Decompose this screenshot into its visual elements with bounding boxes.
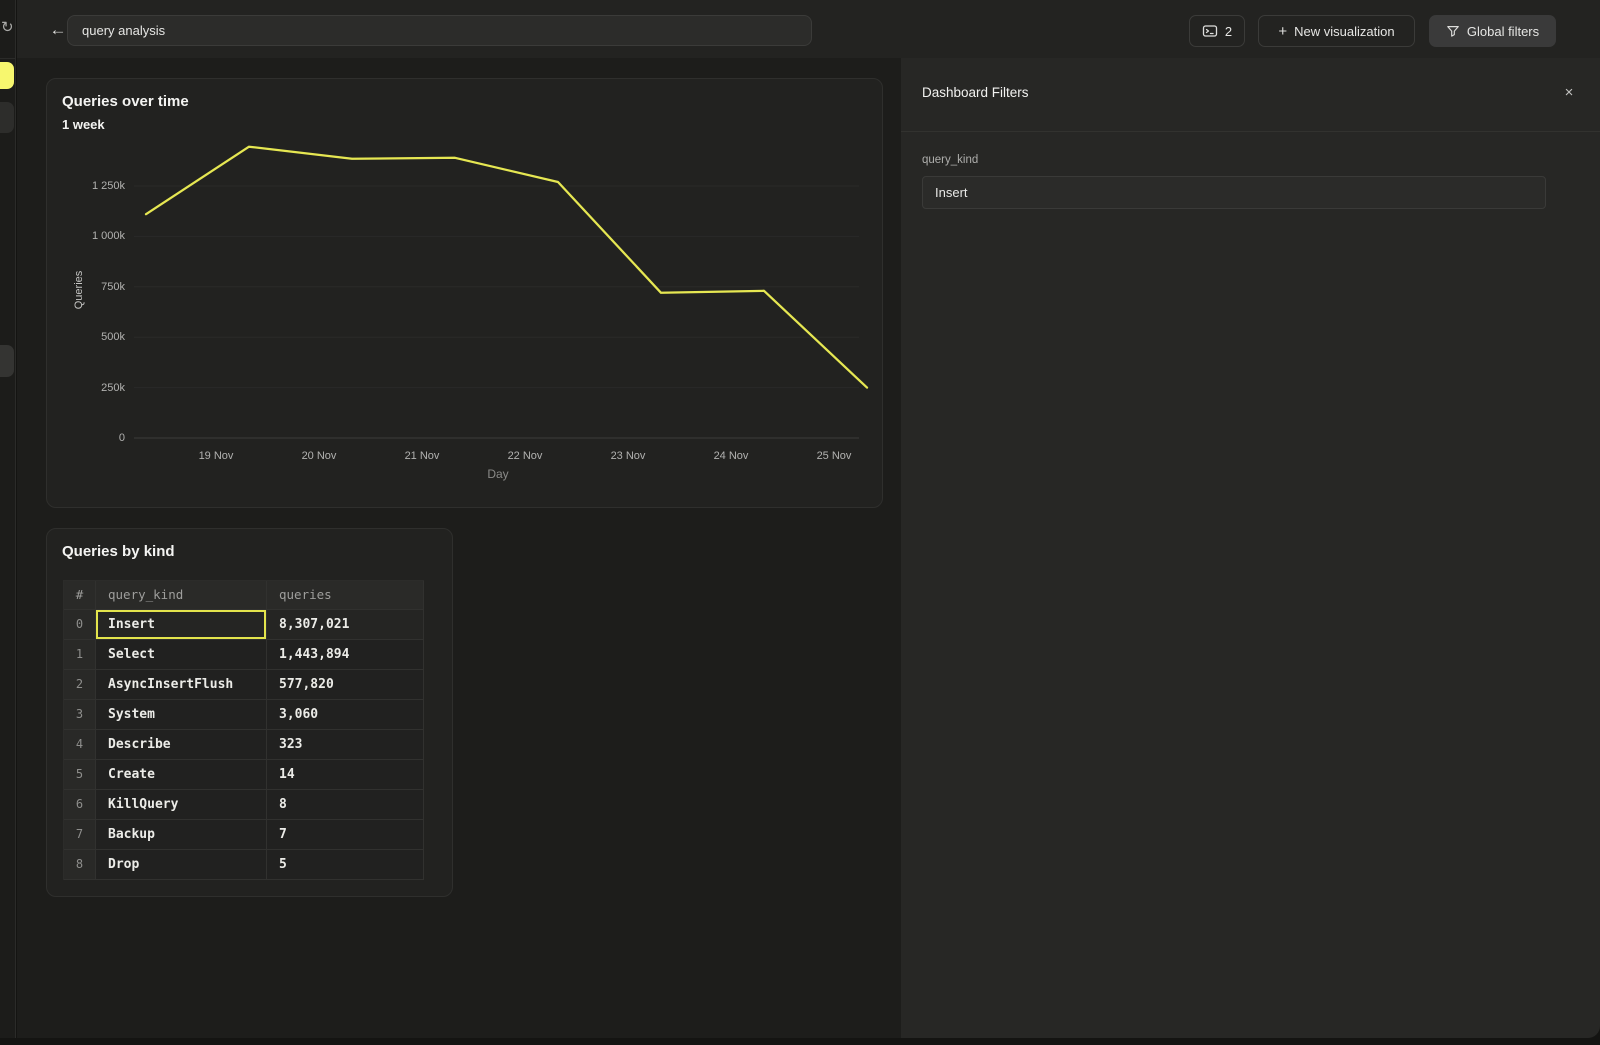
y-axis-tick: 750k: [65, 281, 125, 293]
query-kind-cell[interactable]: Insert: [96, 610, 267, 640]
top-bar: ← 2 + New visualization Global filters: [17, 0, 1600, 58]
x-axis-tick: 20 Nov: [288, 450, 350, 462]
close-icon[interactable]: ×: [1558, 82, 1580, 104]
table-row[interactable]: 1Select1,443,894: [64, 640, 424, 670]
row-index-cell[interactable]: 7: [64, 820, 96, 850]
filters-panel-title: Dashboard Filters: [922, 85, 1029, 100]
new-visualization-button[interactable]: + New visualization: [1258, 15, 1415, 47]
table-row[interactable]: 3System3,060: [64, 700, 424, 730]
query-kind-cell[interactable]: KillQuery: [96, 790, 267, 820]
column-header-queries[interactable]: queries: [267, 581, 424, 610]
y-axis-tick: 500k: [65, 331, 125, 343]
y-axis-tick: 0: [65, 432, 125, 444]
queries-count-cell[interactable]: 5: [267, 850, 424, 880]
sidebar-item[interactable]: [0, 102, 14, 133]
x-axis-tick: 19 Nov: [185, 450, 247, 462]
query-kind-cell[interactable]: Create: [96, 760, 267, 790]
row-index-cell[interactable]: 0: [64, 610, 96, 640]
dashboard-title-input[interactable]: [67, 15, 812, 46]
queries-count-cell[interactable]: 7: [267, 820, 424, 850]
queries-count-cell[interactable]: 323: [267, 730, 424, 760]
y-axis-tick: 1 000k: [65, 230, 125, 242]
global-filters-button[interactable]: Global filters: [1429, 15, 1556, 47]
query-kind-cell[interactable]: Drop: [96, 850, 267, 880]
terminal-window-icon: [1202, 23, 1218, 39]
queries-line-chart[interactable]: [47, 79, 884, 509]
query-kind-cell[interactable]: AsyncInsertFlush: [96, 670, 267, 700]
sidebar-item[interactable]: [0, 345, 14, 377]
console-count: 2: [1225, 24, 1232, 39]
table-row[interactable]: 2AsyncInsertFlush577,820: [64, 670, 424, 700]
query-kind-cell[interactable]: Backup: [96, 820, 267, 850]
query-kind-cell[interactable]: System: [96, 700, 267, 730]
row-index-cell[interactable]: 6: [64, 790, 96, 820]
table-title: Queries by kind: [62, 543, 175, 560]
table-row[interactable]: 5Create14: [64, 760, 424, 790]
table-row[interactable]: 7Backup7: [64, 820, 424, 850]
table-row[interactable]: 4Describe323: [64, 730, 424, 760]
plus-icon: +: [1278, 24, 1287, 39]
console-count-button[interactable]: 2: [1189, 15, 1245, 47]
queries-count-cell[interactable]: 577,820: [267, 670, 424, 700]
table-row[interactable]: 8Drop5: [64, 850, 424, 880]
row-index-cell[interactable]: 5: [64, 760, 96, 790]
rail-divider: [0, 58, 16, 59]
y-axis-tick: 1 250k: [65, 180, 125, 192]
column-header-query_kind[interactable]: query_kind: [96, 581, 267, 610]
left-sidebar-rail: ↻: [0, 0, 16, 1038]
queries-count-cell[interactable]: 1,443,894: [267, 640, 424, 670]
row-index-cell[interactable]: 1: [64, 640, 96, 670]
row-index-cell[interactable]: 8: [64, 850, 96, 880]
x-axis-tick: 25 Nov: [803, 450, 865, 462]
queries-by-kind-table: #query_kindqueries0Insert8,307,0211Selec…: [63, 580, 424, 880]
dashboard-app: ↻ ← 2 + New visualization: [0, 0, 1600, 1045]
queries-count-cell[interactable]: 14: [267, 760, 424, 790]
row-index-cell[interactable]: 2: [64, 670, 96, 700]
query-kind-filter-input[interactable]: [922, 176, 1546, 209]
dashboard-filters-panel: Dashboard Filters × query_kind: [901, 58, 1600, 1038]
filter-field-label: query_kind: [922, 154, 978, 166]
x-axis-tick: 24 Nov: [700, 450, 762, 462]
queries-series-line: [146, 147, 867, 388]
queries-count-cell[interactable]: 3,060: [267, 700, 424, 730]
x-axis-tick: 23 Nov: [597, 450, 659, 462]
table-row[interactable]: 6KillQuery8: [64, 790, 424, 820]
queries-over-time-card: Queries over time 1 week Queries Day 025…: [46, 78, 883, 508]
refresh-icon[interactable]: ↻: [1, 20, 14, 36]
x-axis-tick: 22 Nov: [494, 450, 556, 462]
sidebar-item-active[interactable]: [0, 62, 14, 89]
main-content: Queries over time 1 week Queries Day 025…: [17, 58, 901, 1038]
column-header-index[interactable]: #: [64, 581, 96, 610]
query-kind-cell[interactable]: Select: [96, 640, 267, 670]
panel-divider: [901, 131, 1600, 132]
funnel-icon: [1446, 24, 1460, 38]
new-visualization-label: New visualization: [1294, 24, 1394, 39]
table-row[interactable]: 0Insert8,307,021: [64, 610, 424, 640]
table-header-row: #query_kindqueries: [64, 581, 424, 610]
x-axis-tick: 21 Nov: [391, 450, 453, 462]
row-index-cell[interactable]: 3: [64, 700, 96, 730]
queries-by-kind-card: Queries by kind #query_kindqueries0Inser…: [46, 528, 453, 897]
queries-count-cell[interactable]: 8,307,021: [267, 610, 424, 640]
queries-count-cell[interactable]: 8: [267, 790, 424, 820]
row-index-cell[interactable]: 4: [64, 730, 96, 760]
y-axis-tick: 250k: [65, 382, 125, 394]
global-filters-label: Global filters: [1467, 24, 1539, 39]
query-kind-cell[interactable]: Describe: [96, 730, 267, 760]
